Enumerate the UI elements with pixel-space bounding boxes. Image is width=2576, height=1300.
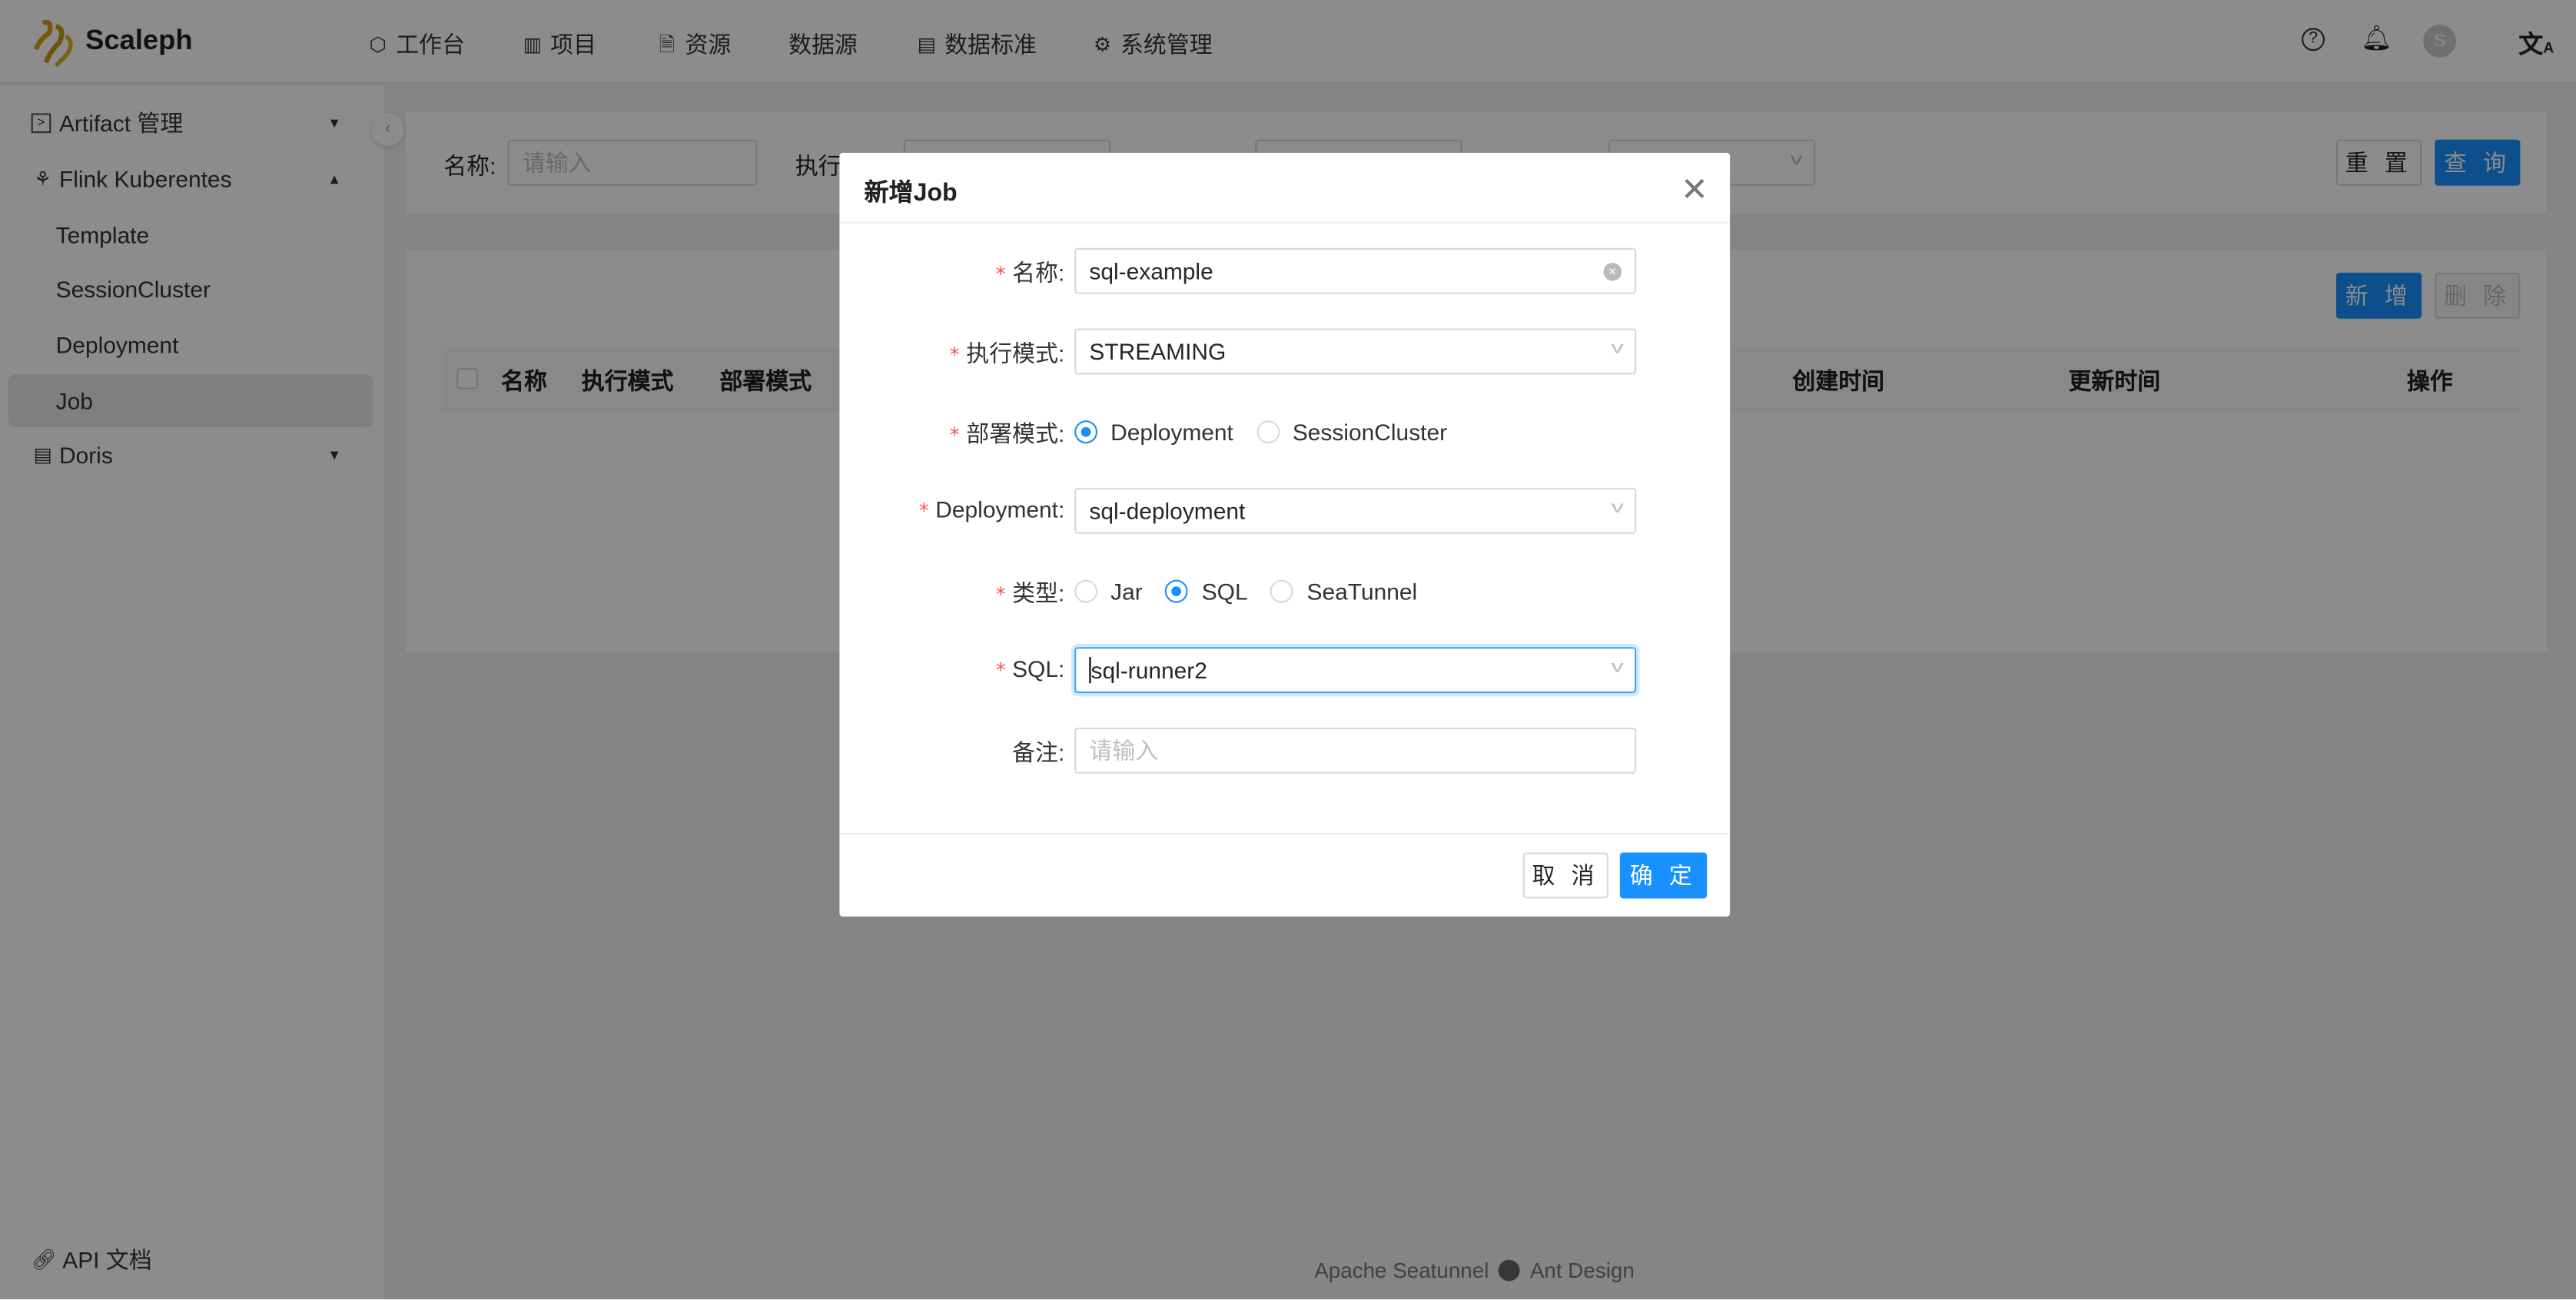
modal-title: 新增Job — [864, 179, 958, 207]
radio-sessioncluster[interactable]: SessionCluster — [1256, 419, 1447, 445]
cancel-button[interactable]: 取 消 — [1522, 852, 1608, 899]
label-text: 备注: — [1012, 739, 1065, 766]
type-radio-group: Jar SQL SeaTunnel — [1074, 579, 1636, 605]
divider — [839, 832, 1731, 835]
radio-label: SeaTunnel — [1306, 578, 1418, 605]
divider — [839, 221, 1731, 224]
radio-seatunnel[interactable]: SeaTunnel — [1270, 578, 1418, 605]
label-text: 名称: — [1012, 259, 1065, 286]
input-value: sql-example — [1089, 257, 1213, 284]
close-icon[interactable]: ✕ — [1681, 169, 1708, 210]
label-text: 类型: — [1012, 579, 1065, 606]
chevron-down-icon: v — [1611, 499, 1624, 518]
chevron-down-icon: v — [1611, 340, 1624, 359]
ok-button[interactable]: 确 定 — [1619, 852, 1708, 899]
radio-deployment[interactable]: Deployment — [1074, 419, 1233, 445]
form-row-mode: * 执行模式: STREAMING v — [839, 328, 1730, 375]
field-label: 备注: — [1012, 736, 1064, 769]
label-text: 执行模式: — [966, 340, 1065, 366]
field-label: * 名称: — [996, 256, 1065, 289]
field-label: * Deployment: — [919, 496, 1064, 522]
deployment-select[interactable]: sql-deployment v — [1074, 487, 1637, 534]
required-mark: * — [995, 582, 1006, 606]
field-label: * 执行模式: — [950, 337, 1064, 370]
form-row-type: * 类型: Jar SQL SeaTunnel — [839, 569, 1730, 615]
form-row-deploy-mode: * 部署模式: Deployment SessionCluster — [839, 409, 1730, 455]
required-mark: * — [995, 263, 1006, 286]
label-text: Deployment: — [935, 496, 1065, 522]
radio-jar[interactable]: Jar — [1074, 579, 1143, 605]
field-label: * 部署模式: — [950, 417, 1064, 450]
select-value: sql-deployment — [1089, 497, 1246, 524]
radio-sql[interactable]: SQL — [1165, 578, 1248, 605]
radio-checked — [1165, 579, 1189, 603]
sql-select[interactable]: sql-runner2 v — [1074, 647, 1637, 694]
radio-label: Deployment — [1110, 419, 1233, 446]
new-job-modal: 新增Job ✕ * 名称: sql-example × * 执行模式: STREAM… — [839, 152, 1731, 917]
form-row-deployment: * Deployment: sql-deployment v — [839, 487, 1730, 534]
radio-label: SessionCluster — [1292, 419, 1448, 446]
required-mark: * — [918, 499, 929, 522]
radio-checked — [1074, 420, 1098, 444]
placeholder: 请输入 — [1089, 737, 1159, 764]
label-text: SQL: — [1012, 655, 1065, 682]
radio-unchecked — [1256, 420, 1280, 444]
radio-unchecked — [1074, 579, 1098, 603]
form-row-remark: 备注: 请输入 — [839, 728, 1730, 774]
radio-label: Jar — [1110, 578, 1143, 605]
select-value: STREAMING — [1089, 338, 1227, 365]
field-label: * SQL: — [996, 655, 1065, 682]
deploy-mode-radio-group: Deployment SessionCluster — [1074, 419, 1636, 445]
required-mark: * — [949, 343, 960, 366]
required-mark: * — [949, 423, 960, 447]
select-value: sql-runner2 — [1089, 657, 1207, 684]
form-row-name: * 名称: sql-example × — [839, 247, 1730, 294]
chevron-down-icon: v — [1611, 658, 1624, 677]
required-mark: * — [995, 658, 1006, 682]
radio-unchecked — [1270, 579, 1294, 603]
app: Scaleph ⬡ 工作台 ▥ 项目 🗎 资源 数据源 ▤ 数据标准 ⚙ 系统管理 ? 🔔… — [0, 0, 2576, 1299]
field-label: * 类型: — [996, 576, 1065, 609]
remark-input[interactable]: 请输入 — [1074, 728, 1637, 774]
name-input[interactable]: sql-example × — [1074, 247, 1637, 294]
radio-label: SQL — [1201, 578, 1248, 605]
mode-select[interactable]: STREAMING v — [1074, 328, 1637, 375]
label-text: 部署模式: — [966, 420, 1065, 447]
form-row-sql: * SQL: sql-runner2 v — [839, 647, 1730, 694]
clear-icon[interactable]: × — [1603, 263, 1622, 281]
